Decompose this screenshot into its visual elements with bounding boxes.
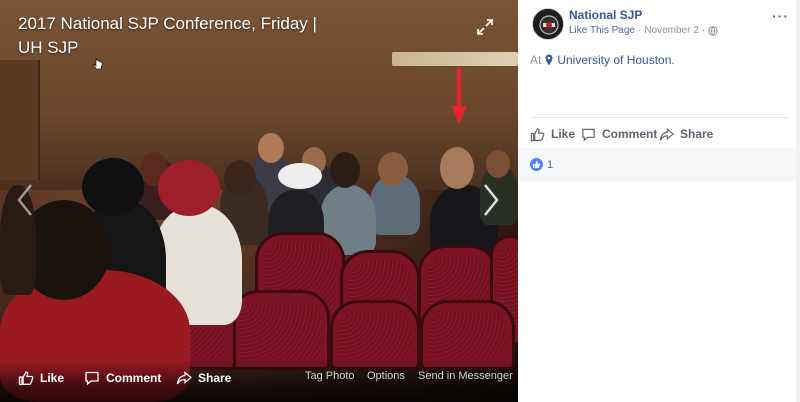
like-this-page-link[interactable]: Like This Page [569, 25, 635, 36]
thumbs-up-icon [18, 371, 34, 386]
thumbs-up-icon [530, 127, 545, 141]
photo-like-label: Like [40, 371, 65, 385]
meta-separator: · [701, 25, 706, 36]
post-panel: National SJP Like This Page · November 2… [518, 0, 800, 402]
photo-like-button[interactable]: Like [18, 369, 64, 387]
post-share-button[interactable]: Share [659, 126, 713, 142]
photo-comment-button[interactable]: Comment [84, 369, 161, 387]
photo-head [378, 152, 408, 186]
reaction-count[interactable]: 1 [547, 159, 553, 171]
page-logo-icon [533, 9, 563, 39]
scrollbar[interactable] [796, 0, 800, 402]
post-meta: Like This Page · November 2 · [569, 25, 718, 36]
share-icon [176, 371, 192, 385]
photo-head [258, 133, 284, 163]
reactions-bar [518, 148, 800, 182]
photo-caption-title: 2017 National SJP Conference, Friday | U… [18, 14, 317, 57]
post-share-label: Share [680, 127, 714, 141]
post-location: At University of Houston. [530, 53, 675, 67]
post-like-button[interactable]: Like [530, 126, 575, 142]
photo-chair [230, 290, 330, 370]
post-comment-label: Comment [602, 127, 658, 141]
red-arrow-annotation-icon [451, 68, 467, 124]
comment-icon [582, 128, 595, 141]
comment-icon [85, 371, 99, 386]
post-date[interactable]: November 2 [644, 25, 698, 36]
location-pin-icon [545, 54, 553, 66]
photo-head [224, 160, 256, 196]
chevron-right-icon[interactable] [480, 182, 502, 218]
tag-photo-link[interactable]: Tag Photo [305, 370, 355, 382]
photo-head [330, 152, 360, 188]
photo-share-label: Share [198, 371, 232, 385]
photo-share-button[interactable]: Share [176, 369, 231, 387]
photo-head [158, 160, 220, 216]
mouse-cursor-icon [93, 57, 103, 70]
photo-head [82, 158, 144, 216]
photo-head [486, 150, 510, 178]
photo-viewer: 2017 National SJP Conference, Friday | U… [0, 0, 518, 402]
chevron-left-icon[interactable] [14, 182, 36, 218]
photo-head [440, 147, 474, 189]
photo-comment-label: Comment [106, 371, 162, 385]
photo-door [0, 60, 40, 180]
photo-head [278, 163, 322, 189]
avatar[interactable] [532, 8, 564, 40]
meta-separator: · [637, 25, 642, 36]
expand-icon[interactable] [476, 18, 494, 36]
thumbs-up-icon [533, 161, 541, 168]
post-comment-button[interactable]: Comment [581, 126, 657, 142]
more-options-icon[interactable]: ··· [772, 8, 789, 24]
post-like-label: Like [551, 127, 576, 141]
location-prefix: At [530, 53, 542, 67]
share-icon [659, 127, 674, 140]
page-name-link[interactable]: National SJP [569, 8, 642, 22]
conference-photo[interactable] [0, 0, 518, 402]
photo-ceiling-light [392, 52, 518, 66]
divider [530, 117, 788, 118]
location-link[interactable]: University of Houston. [557, 53, 674, 67]
options-link[interactable]: Options [367, 370, 405, 382]
send-in-messenger-link[interactable]: Send in Messenger [418, 370, 513, 382]
like-reaction-icon[interactable] [530, 158, 543, 171]
globe-icon[interactable] [708, 25, 718, 36]
